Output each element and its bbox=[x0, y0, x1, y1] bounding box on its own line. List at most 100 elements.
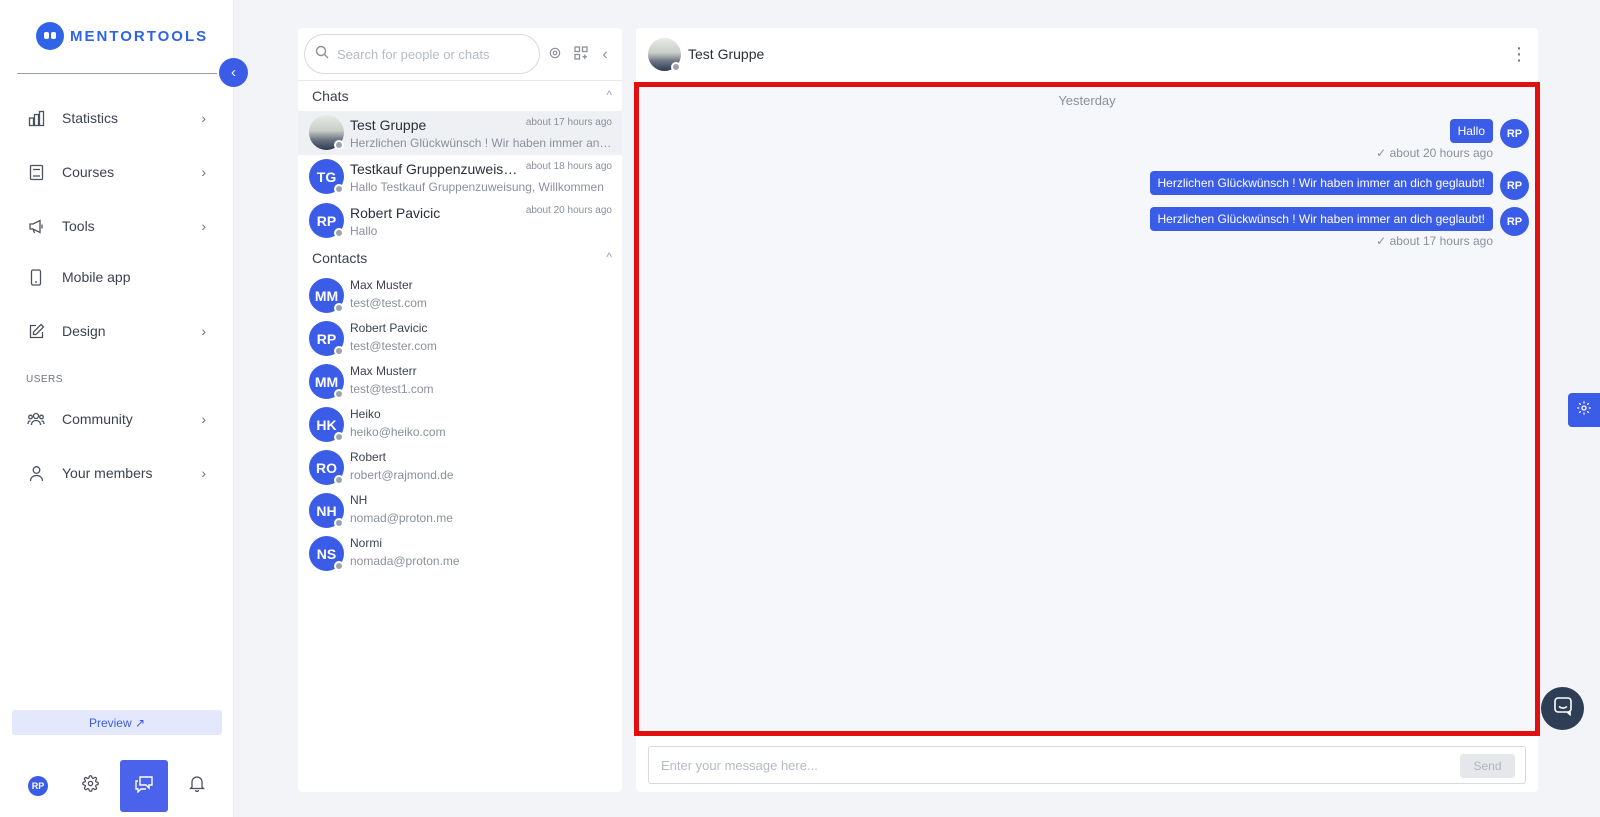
divider bbox=[17, 73, 217, 74]
avatar: RP bbox=[28, 776, 48, 796]
search-input[interactable] bbox=[337, 46, 527, 62]
message-area[interactable]: Yesterday Hallo RP ✓ about 20 hours ago … bbox=[634, 82, 1540, 736]
book-icon bbox=[26, 162, 46, 182]
chat-time: about 18 hours ago bbox=[525, 161, 612, 172]
day-separator: Yesterday bbox=[1058, 93, 1116, 108]
sidebar-item-label: Tools bbox=[62, 218, 95, 234]
contact-name: Normi bbox=[350, 536, 382, 550]
chevron-right-icon: › bbox=[201, 465, 206, 481]
message-input[interactable] bbox=[661, 757, 1441, 773]
avatar[interactable]: RP bbox=[1500, 171, 1529, 200]
chats-section-header[interactable]: Chats ^ bbox=[312, 88, 612, 104]
chat-preview: Hallo bbox=[350, 224, 378, 238]
search-icon bbox=[315, 45, 329, 64]
chat-item[interactable]: Test Gruppe about 17 hours ago Herzliche… bbox=[298, 111, 622, 155]
status-dot bbox=[334, 475, 344, 485]
contact-item[interactable]: RP Robert Pavicic test@tester.com bbox=[298, 317, 622, 361]
status-dot bbox=[334, 303, 344, 313]
sidebar-item-mobile-app[interactable]: Mobile app bbox=[26, 262, 206, 292]
support-chat-launcher[interactable] bbox=[1541, 687, 1584, 730]
sidebar-item-label: Mobile app bbox=[62, 269, 131, 285]
more-options-icon[interactable]: ⋮ bbox=[1510, 44, 1528, 64]
bar-chart-icon bbox=[26, 108, 46, 128]
search-field[interactable] bbox=[304, 34, 540, 74]
sidebar-item-statistics[interactable]: Statistics › bbox=[26, 103, 206, 133]
sidebar-item-tools[interactable]: Tools › bbox=[26, 211, 206, 241]
message-bubble[interactable]: Herzlichen Glückwünsch ! Wir haben immer… bbox=[1149, 207, 1493, 231]
chevron-right-icon: › bbox=[201, 218, 206, 234]
contact-item[interactable]: HK Heiko heiko@heiko.com bbox=[298, 403, 622, 447]
avatar[interactable]: RP bbox=[1500, 119, 1529, 148]
status-dot bbox=[334, 389, 344, 399]
gear-icon bbox=[81, 775, 99, 797]
contact-item[interactable]: MM Max Musterr test@test1.com bbox=[298, 360, 622, 404]
message-bubble[interactable]: Herzlichen Glückwünsch ! Wir haben immer… bbox=[1149, 171, 1493, 195]
preview-button[interactable]: Preview ↗ bbox=[12, 710, 222, 735]
chevron-right-icon: › bbox=[201, 164, 206, 180]
chevron-up-icon: ^ bbox=[606, 250, 612, 264]
chevron-right-icon: › bbox=[201, 411, 206, 427]
conversation-panel: Test Gruppe ⋮ Yesterday Hallo RP ✓ about… bbox=[634, 28, 1540, 792]
sidebar-item-your-members[interactable]: Your members › bbox=[26, 458, 206, 488]
settings-button[interactable] bbox=[66, 760, 114, 812]
contact-name: Robert bbox=[350, 450, 387, 464]
contact-item[interactable]: MM Max Muster test@test.com bbox=[298, 274, 622, 318]
message-time: about 17 hours ago bbox=[1389, 234, 1493, 248]
settings-tab-button[interactable] bbox=[1568, 393, 1600, 427]
phone-icon bbox=[26, 267, 46, 287]
bell-icon bbox=[188, 775, 206, 797]
contact-email: test@test.com bbox=[350, 296, 427, 310]
sidebar-item-label: Your members bbox=[62, 465, 153, 481]
chevron-up-icon: ^ bbox=[606, 88, 612, 102]
section-title: Chats bbox=[312, 88, 349, 104]
send-button[interactable]: Send bbox=[1460, 754, 1515, 778]
contacts-section-header[interactable]: Contacts ^ bbox=[312, 250, 612, 266]
notifications-button[interactable] bbox=[173, 760, 221, 812]
sidebar-bottom-bar: RP bbox=[0, 760, 234, 816]
messenger-icon bbox=[1553, 696, 1573, 721]
collapse-sidebar-button[interactable]: ‹ bbox=[219, 58, 248, 87]
sidebar-item-design[interactable]: Design › bbox=[26, 316, 206, 346]
community-icon bbox=[26, 409, 46, 429]
message-meta: ✓ about 20 hours ago bbox=[1376, 146, 1493, 160]
section-title: Contacts bbox=[312, 250, 368, 266]
logo[interactable]: MENTORTOOLS bbox=[36, 22, 208, 50]
gear-icon bbox=[1576, 400, 1592, 421]
status-dot bbox=[334, 432, 344, 442]
sidebar-item-community[interactable]: Community › bbox=[26, 404, 206, 434]
check-icon: ✓ bbox=[1376, 234, 1387, 248]
chat-list-panel: ‹ Chats ^ Test Gruppe about 17 hours ago… bbox=[298, 28, 622, 792]
megaphone-icon bbox=[26, 216, 46, 236]
chat-item[interactable]: RP Robert Pavicic about 20 hours ago Hal… bbox=[298, 199, 622, 243]
contact-item[interactable]: RO Robert robert@rajmond.de bbox=[298, 446, 622, 490]
check-icon: ✓ bbox=[1376, 146, 1387, 160]
collapse-list-button[interactable]: ‹ bbox=[596, 46, 614, 64]
chat-preview: Herzlichen Glückwünsch ! Wir haben immer… bbox=[350, 136, 612, 150]
chat-name: Test Gruppe bbox=[350, 117, 427, 133]
profile-button[interactable]: RP bbox=[14, 760, 62, 812]
grid-add-icon bbox=[574, 45, 588, 65]
message-bubble[interactable]: Hallo bbox=[1449, 119, 1493, 143]
message-composer: Send bbox=[648, 746, 1526, 784]
chat-button[interactable] bbox=[120, 760, 168, 812]
sidebar-item-courses[interactable]: Courses › bbox=[26, 157, 206, 187]
contact-name: Max Musterr bbox=[350, 364, 417, 378]
contact-name: Robert Pavicic bbox=[350, 321, 428, 335]
sidebar: MENTORTOOLS Statistics › Courses › Tools… bbox=[0, 0, 234, 817]
chat-preview: Hallo Testkauf Gruppenzuweisung, Willkom… bbox=[350, 180, 604, 194]
status-dot bbox=[671, 62, 681, 72]
chat-settings-button[interactable] bbox=[546, 46, 564, 64]
avatar[interactable]: RP bbox=[1500, 207, 1529, 236]
contact-item[interactable]: NH NH nomad@proton.me bbox=[298, 489, 622, 533]
contact-name: Heiko bbox=[350, 407, 381, 421]
contact-email: test@tester.com bbox=[350, 339, 437, 353]
sidebar-item-label: Community bbox=[62, 411, 133, 427]
logo-text: MENTORTOOLS bbox=[70, 27, 209, 45]
chevron-left-icon: ‹ bbox=[231, 64, 236, 81]
contact-item[interactable]: NS Normi nomada@proton.me bbox=[298, 532, 622, 576]
contact-email: test@test1.com bbox=[350, 382, 434, 396]
chevron-left-icon: ‹ bbox=[602, 46, 608, 63]
new-group-button[interactable] bbox=[572, 45, 590, 65]
contact-email: nomad@proton.me bbox=[350, 511, 453, 525]
chat-item[interactable]: TG Testkauf Gruppenzuweisung about 18 ho… bbox=[298, 155, 622, 199]
